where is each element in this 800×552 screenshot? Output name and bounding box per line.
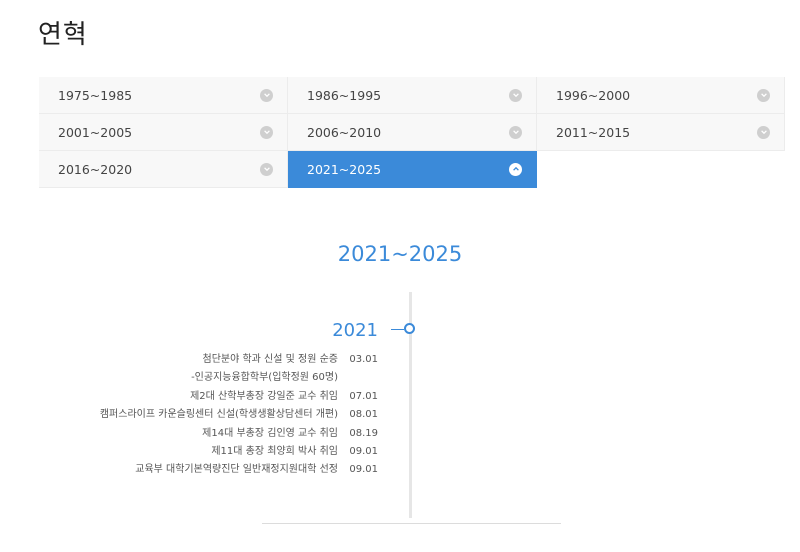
period-tab-2016-2020[interactable]: 2016~2020: [39, 151, 288, 188]
chevron-down-icon: [260, 88, 273, 102]
event-date: 09.01: [349, 445, 378, 457]
period-tab-2001-2005[interactable]: 2001~2005: [39, 114, 288, 151]
timeline-event: 교육부 대학기본역량진단 일반재정지원대학 선정 09.01: [100, 461, 378, 479]
timeline-event: 제11대 총장 최양희 박사 취임 09.01: [100, 443, 378, 461]
timeline-year-label: 2021: [332, 320, 378, 341]
timeline-dot-icon: [404, 323, 415, 334]
event-text: -인공지능융합학부(입학정원 60명): [191, 372, 338, 384]
period-tab-label: 2011~2015: [556, 124, 631, 140]
timeline-event: 첨단분야 학과 신설 및 정원 순증 03.01: [100, 351, 379, 369]
event-text: 제14대 부총장 김인영 교수 취임: [202, 427, 338, 439]
chevron-down-icon: [260, 125, 273, 139]
chevron-down-icon: [260, 162, 273, 176]
period-tab-label: 2021~2025: [307, 161, 382, 177]
event-text: 교육부 대학기본역량진단 일반재정지원대학 선정: [135, 464, 338, 476]
period-tab-label: 1986~1995: [307, 87, 382, 103]
timeline-event: 캠퍼스라이프 카운슬링센터 신설(학생생활상담센터 개편) 08.01: [100, 406, 378, 424]
period-tab-1986-1995[interactable]: 1986~1995: [288, 77, 537, 114]
event-date: 09.01: [349, 464, 378, 476]
chevron-up-icon: [509, 162, 522, 176]
timeline-event: -인공지능융합학부(입학정원 60명): [100, 369, 378, 387]
timeline-events: 첨단분야 학과 신설 및 정원 순증 03.01 -인공지능융합학부(입학정원 6…: [100, 351, 378, 480]
section-divider: [262, 523, 561, 524]
chevron-down-icon: [509, 125, 522, 139]
timeline-event: 제2대 산학부총장 강일준 교수 취임 07.01: [100, 388, 378, 406]
event-date: 08.19: [349, 427, 378, 439]
event-text: 캠퍼스라이프 카운슬링센터 신설(학생생활상담센터 개편): [99, 409, 338, 421]
event-text: 제2대 산학부총장 강일준 교수 취임: [190, 390, 338, 402]
period-tab-grid: 1975~1985 1986~1995 1996~2000 2001~2005 …: [39, 77, 785, 188]
period-tab-2011-2015[interactable]: 2011~2015: [537, 114, 785, 151]
period-tab-label: 2001~2005: [58, 124, 133, 140]
period-tab-1975-1985[interactable]: 1975~1985: [39, 77, 288, 114]
section-title: 2021~2025: [337, 242, 463, 266]
period-tab-label: 2016~2020: [58, 161, 133, 177]
chevron-down-icon: [757, 125, 770, 139]
event-date: 03.01: [349, 354, 378, 365]
period-tab-label: 2006~2010: [307, 124, 382, 140]
period-tab-label: 1996~2000: [556, 87, 631, 103]
chevron-down-icon: [509, 88, 522, 102]
timeline-connector: [391, 329, 404, 330]
period-tab-label: 1975~1985: [58, 87, 133, 103]
event-date: 08.01: [349, 409, 378, 421]
period-tab-1996-2000[interactable]: 1996~2000: [537, 77, 785, 114]
event-text: 제11대 총장 최양희 박사 취임: [211, 445, 338, 457]
page-title: 연혁: [38, 20, 88, 50]
period-tab-2006-2010[interactable]: 2006~2010: [288, 114, 537, 151]
chevron-down-icon: [757, 88, 770, 102]
period-tab-2021-2025[interactable]: 2021~2025: [288, 151, 537, 188]
timeline-event: 제14대 부총장 김인영 교수 취임 08.19: [100, 425, 378, 443]
event-text: 첨단분야 학과 신설 및 정원 순증: [202, 354, 339, 365]
event-date: 07.01: [349, 390, 378, 402]
